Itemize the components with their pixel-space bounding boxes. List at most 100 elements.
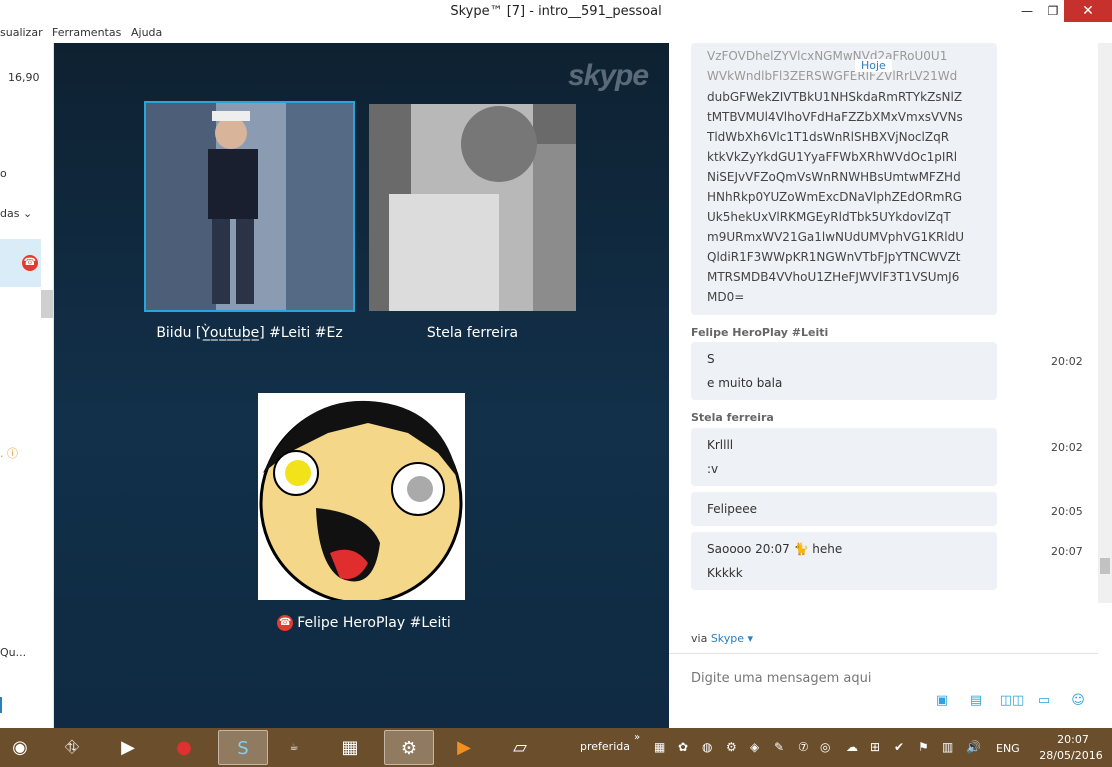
chat-panel: VzFOVDhelZYVlcxNGMwNVd2aFRoU0U1 WVkWndlb… xyxy=(669,43,1112,728)
code-line: ktkVkZyYkdGU1YyaFFWbXRhWVdOc1pIRl xyxy=(707,150,958,164)
security-icon[interactable]: ✔ xyxy=(894,740,904,754)
toolbar-expand-icon[interactable]: » xyxy=(634,732,640,743)
sidebar-scrollbar[interactable] xyxy=(41,290,53,318)
message-bubble: Felipeee xyxy=(691,492,997,526)
message-time: 20:02 xyxy=(1051,441,1083,454)
via-label: via xyxy=(691,632,708,645)
date-divider: Hoje xyxy=(855,59,892,72)
via-skype-dropdown[interactable]: Skype ▾ xyxy=(711,632,753,645)
network-icon[interactable]: ▥ xyxy=(942,740,953,754)
participant-photo xyxy=(369,104,576,311)
code-line: dubGFWekZIVTBkU1NHSkdaRmRTYkZsNlZ xyxy=(707,90,963,104)
steam-icon[interactable]: ⚙ xyxy=(384,730,434,765)
tray-badge-icon[interactable]: ⑦ xyxy=(798,740,809,754)
sidebar: 16,90 o das ⌄ ☎ . ⓘ Qu... xyxy=(0,43,54,728)
message-text: S xyxy=(707,352,715,366)
tray-network-icon[interactable]: ◈ xyxy=(750,740,759,754)
code-line: NiSEJvVFZoQmVsWnRNWHBsUmtwMFZHd xyxy=(707,170,961,184)
participant-photo xyxy=(146,103,353,310)
menu-visualizar[interactable]: sualizar xyxy=(0,26,43,39)
tray-status-icon[interactable]: ◎ xyxy=(820,740,830,754)
chevron-down-icon: ⌄ xyxy=(22,207,33,220)
message-text: Saoooo 20:07 🐈 hehe xyxy=(707,542,843,556)
language-indicator[interactable]: ENG xyxy=(996,742,1020,755)
cloud-icon[interactable]: ☁ xyxy=(846,740,858,754)
skype-taskbar-icon[interactable]: S xyxy=(218,730,268,765)
message-text: :v xyxy=(707,462,719,476)
menu-bar: sualizar Ferramentas Ajuda xyxy=(0,24,670,43)
message-sender: Felipe HeroPlay #Leiti xyxy=(691,326,829,339)
skype-logo: skype xyxy=(568,59,649,92)
message-text: Kkkkk xyxy=(707,566,743,580)
code-line: WVkWndlbFl3ZERSWGFERlFZVlRrLV21Wd xyxy=(707,69,958,83)
participant-name-felipe: ☎ Felipe HeroPlay #Leiti xyxy=(277,615,451,631)
divider xyxy=(669,653,1098,654)
tray-minecraft-icon[interactable]: ▦ xyxy=(654,740,665,754)
participant-avatar xyxy=(258,393,465,600)
message-bubble: S e muito bala xyxy=(691,342,997,400)
message-text: Felipeee xyxy=(707,502,758,516)
volume-icon[interactable]: 🔊 xyxy=(966,740,981,754)
java-ee-ide-icon[interactable]: ☕ xyxy=(274,730,314,765)
clock-time[interactable]: 20:07 xyxy=(1048,733,1098,746)
chat-scrollbar[interactable] xyxy=(1098,43,1112,603)
contacts-filter[interactable]: das ⌄ xyxy=(0,207,32,220)
phone-hangup-icon[interactable]: ☎ xyxy=(277,615,294,631)
message-bubble: Krllll :v xyxy=(691,428,997,486)
send-file-icon[interactable]: ▤ xyxy=(967,693,985,709)
menu-ferramentas[interactable]: Ferramentas xyxy=(52,26,121,39)
phone-hangup-icon: ☎ xyxy=(22,255,38,271)
code-line: tMTBVMUl4VlhoVFdHaFZZbXMxVmxsVVNs xyxy=(707,110,963,124)
message-bubble: Saoooo 20:07 🐈 hehe Kkkkk xyxy=(691,532,997,590)
warning-icon: ⓘ xyxy=(7,447,18,460)
taskbar: ◉ ⛗ ▶ ● S ☕ ▦ ⚙ ▶ ▱ preferida » ▦ ✿ ◍ ⚙ … xyxy=(0,728,1112,767)
code-line: MD0= xyxy=(707,290,745,304)
video-message-icon[interactable]: ◫◫ xyxy=(999,693,1025,709)
emoticon-icon[interactable]: ☺ xyxy=(1069,693,1087,709)
send-contact-icon[interactable]: ▭ xyxy=(1035,693,1053,709)
participant-video-biidu[interactable] xyxy=(144,101,355,312)
message-bubble-code: VzFOVDhelZYVlcxNGMwNVd2aFRoU0U1 WVkWndlb… xyxy=(691,43,997,315)
chat-scrollbar-thumb[interactable] xyxy=(1100,558,1110,574)
send-image-icon[interactable]: ▣ xyxy=(933,693,951,709)
tray-globe-icon[interactable]: ◍ xyxy=(702,740,712,754)
record-app-icon[interactable]: ● xyxy=(164,730,204,765)
message-time: 20:07 xyxy=(1051,545,1083,558)
sidebar-item-o[interactable]: o xyxy=(0,167,7,180)
participant-video-felipe[interactable] xyxy=(258,393,465,600)
start-button[interactable]: ◉ xyxy=(0,730,40,765)
tray-feather-icon[interactable]: ✎ xyxy=(774,740,784,754)
video-editor-icon[interactable]: ▶ xyxy=(444,730,484,765)
toolbar-label[interactable]: preferida xyxy=(580,740,630,753)
media-player-icon[interactable]: ▶ xyxy=(108,730,148,765)
message-text: e muito bala xyxy=(707,376,783,390)
participant-video-stela[interactable] xyxy=(369,104,576,311)
sidebar-item-active-call[interactable]: ☎ xyxy=(0,239,41,287)
minecraft-icon[interactable]: ▦ xyxy=(330,730,370,765)
code-line: VzFOVDhelZYVlcxNGMwNVd2aFRoU0U1 xyxy=(707,49,948,63)
notepad-icon[interactable]: ▱ xyxy=(500,730,540,765)
tray-app-icon[interactable]: ✿ xyxy=(678,740,688,754)
code-line: HNhRkp0YUZoWmExcDNaVlphZEdORmRG xyxy=(707,190,963,204)
sidebar-item-warning[interactable]: . ⓘ xyxy=(0,445,18,461)
menu-ajuda[interactable]: Ajuda xyxy=(131,26,162,39)
clock-date[interactable]: 28/05/2016 xyxy=(1036,749,1106,762)
credit-balance[interactable]: 16,90 xyxy=(8,71,40,84)
windows-icon[interactable]: ⊞ xyxy=(870,740,880,754)
title-bar: Skype™ [7] - intro__591_pessoal — ❐ ✕ xyxy=(0,0,1112,24)
code-line: QldiR1F3WWpKR1NGWnVTbFJpYTNCWVZt xyxy=(707,250,961,264)
call-video-area: skype Biidu [Ỳ̲o̲u̲̲t̲u̲b̲e̲̲] #Leiti #E… xyxy=(54,43,669,728)
code-line: Uk5hekUxVlRKMGEyRldTbk5UYkdovlZqT xyxy=(707,210,951,224)
sidebar-marker xyxy=(0,697,2,713)
message-time: 20:02 xyxy=(1051,355,1083,368)
message-sender: Stela ferreira xyxy=(691,411,774,424)
message-text: Krllll xyxy=(707,438,734,452)
participant-name-biidu: Biidu [Ỳ̲o̲u̲̲t̲u̲b̲e̲̲] #Leiti #Ez xyxy=(156,325,343,341)
message-input[interactable]: Digite uma mensagem aqui xyxy=(691,671,871,686)
close-button[interactable]: ✕ xyxy=(1064,0,1112,22)
tray-steam-icon[interactable]: ⚙ xyxy=(726,740,737,754)
flag-icon[interactable]: ⚑ xyxy=(918,740,929,754)
message-time: 20:05 xyxy=(1051,505,1083,518)
sidebar-item-q[interactable]: Qu... xyxy=(0,646,26,659)
network-app-icon[interactable]: ⛗ xyxy=(52,730,92,765)
